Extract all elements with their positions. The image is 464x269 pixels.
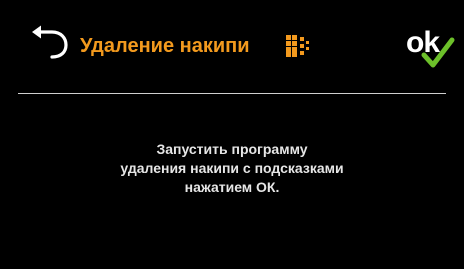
ok-button[interactable]: ok [402, 22, 456, 72]
header-bar: Удаление накипи ok [0, 0, 464, 94]
descaling-screen: Удаление накипи ok Запустить программу у… [0, 0, 464, 269]
message-line: Запустить программу [156, 141, 308, 157]
checkmark-icon [421, 37, 455, 68]
message-line: нажатием ОК. [184, 179, 280, 195]
page-title: Удаление накипи [80, 35, 250, 57]
back-button[interactable] [30, 24, 72, 62]
instruction-message: Запустить программу удаления накипи с по… [0, 140, 464, 197]
message-line: удаления накипи с подсказками [120, 160, 344, 176]
divider [18, 93, 446, 94]
back-arrow-icon [32, 25, 68, 59]
descaling-program-icon [286, 35, 309, 57]
